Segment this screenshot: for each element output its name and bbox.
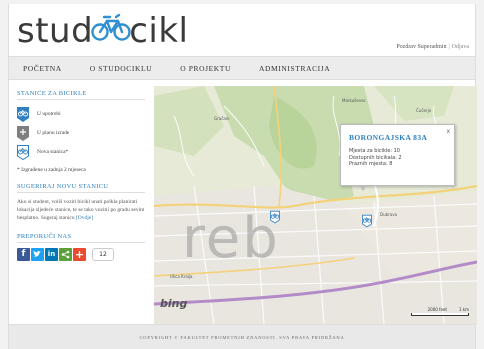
map-place-label: Ulica Kralja — [170, 274, 193, 279]
planned-station-marker-icon — [17, 125, 29, 141]
scale-right-label: 1 km — [458, 307, 469, 312]
legend-note: * Izgrađene u zadnja 2 mjeseca — [17, 167, 86, 173]
legend-label: Nova stanica* — [37, 149, 69, 155]
page: stud cikl Pozdrav Superadmin | Odjava POČE… — [8, 4, 477, 349]
bike-station-marker-icon[interactable] — [362, 214, 372, 228]
station-popup: x BORONGAJSKA 83A Mjesta za bicikle: 10 … — [340, 124, 455, 191]
plus-icon[interactable]: + — [73, 247, 86, 261]
share-counter: 12 — [92, 247, 114, 261]
legend-item-planned: U planu izrade — [17, 124, 145, 142]
user-label: Pozdrav Superadmin — [396, 44, 447, 50]
footer: COPYRIGHT © FAKULTET PROMETNIH ZNANOSTI.… — [9, 324, 475, 349]
linkedin-icon[interactable]: in — [45, 247, 58, 261]
footer-copyright: COPYRIGHT © FAKULTET PROMETNIH ZNANOSTI.… — [139, 334, 345, 340]
new-station-marker-icon — [17, 144, 29, 160]
legend-item-new: Nova stanica* — [17, 143, 145, 161]
facebook-icon[interactable]: f — [17, 247, 30, 261]
scale-bar — [411, 313, 469, 316]
user-greeting: Pozdrav Superadmin | Odjava — [396, 44, 469, 50]
bing-logo: bing — [160, 297, 188, 310]
share-title: PREPORUČI NAS — [17, 233, 145, 243]
map-background — [154, 86, 477, 324]
map-place-label: Čučerje — [416, 108, 432, 113]
close-icon[interactable]: x — [446, 128, 450, 135]
nav-item-o-projektu[interactable]: O PROJEKTU — [180, 64, 231, 73]
nav-item-pocetna[interactable]: POČETNA — [23, 64, 62, 73]
nav-item-administracija[interactable]: ADMINISTRACIJA — [259, 64, 330, 73]
scale-left-label: 2000 feet — [427, 307, 447, 312]
bicycle-icon — [91, 12, 131, 42]
legend-label: U planu izrade — [37, 130, 70, 136]
stations-title: STANICE ZA BICIKLE — [17, 90, 145, 100]
logo-text-right: cikl — [129, 11, 189, 51]
bike-station-marker-icon — [17, 106, 29, 122]
social-share-bar: f in + 12 — [17, 247, 145, 261]
legend-item-in-use: U upotrebi — [17, 105, 145, 123]
main-nav: POČETNA O STUDOCIKLU O PROJEKTU ADMINIST… — [9, 56, 475, 80]
sidebar: STANICE ZA BICIKLE U upotrebi U planu iz… — [9, 86, 153, 324]
popup-tail — [359, 185, 367, 191]
nav-item-o-studociklu[interactable]: O STUDOCIKLU — [90, 64, 152, 73]
logo-text-left: stud — [17, 11, 94, 51]
popup-title: BORONGAJSKA 83A — [349, 133, 428, 142]
suggest-title: SUGERIRAJ NOVU STANICU — [17, 183, 145, 193]
popup-line-empty: Praznih mjesta: 8 — [349, 161, 393, 167]
logo[interactable]: stud cikl — [17, 10, 188, 52]
twitter-icon[interactable] — [31, 247, 44, 261]
suggest-paragraph: Ako si student, voliš voziti bicikl unat… — [17, 198, 145, 223]
map-place-label: Markuševec — [342, 98, 366, 103]
logout-link[interactable]: Odjava — [452, 44, 469, 50]
suggest-link[interactable]: [Ovdje] — [76, 215, 93, 221]
bike-station-marker-icon[interactable] — [270, 210, 280, 224]
city-label: reb — [182, 206, 280, 271]
map-place-label: Dubrava — [380, 212, 398, 217]
share-icon[interactable] — [59, 247, 72, 261]
map[interactable]: Markuševec Čučerje Gračani Dubrava Ulica… — [154, 86, 477, 324]
map-scale: 2000 feet 1 km — [428, 307, 469, 312]
legend-label: U upotrebi — [37, 111, 61, 117]
map-place-label: Gračani — [214, 116, 230, 121]
